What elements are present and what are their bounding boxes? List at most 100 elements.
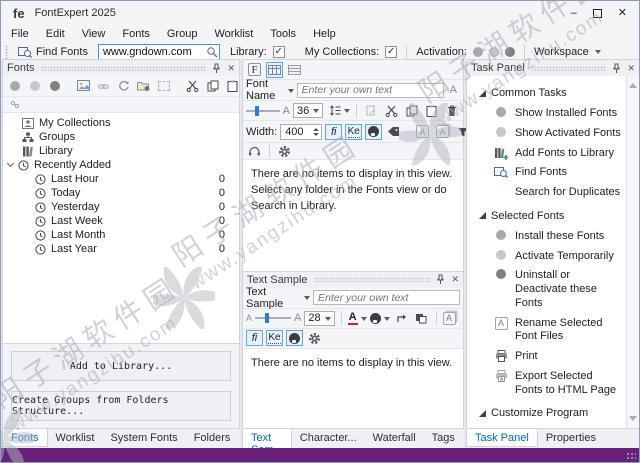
tree-item-last-hour[interactable]: Last Hour 0 bbox=[3, 172, 239, 186]
kerning-toggle[interactable]: Ke bbox=[345, 123, 363, 140]
tree-item-last-week[interactable]: Last Week 0 bbox=[3, 214, 239, 228]
menu-fonts[interactable]: Fonts bbox=[122, 28, 150, 40]
section-common-tasks[interactable]: Common Tasks bbox=[479, 87, 623, 99]
cut-icon[interactable] bbox=[184, 78, 201, 94]
pin-icon[interactable] bbox=[612, 63, 621, 74]
pin-icon[interactable] bbox=[212, 63, 221, 74]
paste-icon[interactable] bbox=[224, 78, 241, 94]
search-input[interactable] bbox=[97, 43, 220, 60]
tree-item-last-month[interactable]: Last Month 0 bbox=[3, 228, 239, 242]
tags-icon[interactable] bbox=[385, 124, 402, 140]
font-color-icon[interactable]: A bbox=[347, 311, 358, 326]
delete-icon[interactable] bbox=[443, 103, 460, 119]
task-install-these-fonts[interactable]: Install these Fonts bbox=[477, 227, 623, 247]
menu-group[interactable]: Group bbox=[167, 28, 198, 40]
link-icon[interactable] bbox=[95, 78, 112, 94]
font-face-view-button[interactable]: F bbox=[246, 62, 263, 78]
size-slider[interactable] bbox=[246, 105, 280, 117]
font-color-caret-icon[interactable] bbox=[360, 316, 367, 324]
section-customize-program[interactable]: Customize Program bbox=[479, 407, 623, 419]
toolbar-grip[interactable] bbox=[5, 44, 8, 59]
folder-options-icon[interactable] bbox=[135, 78, 152, 94]
panel-drag-texture[interactable] bbox=[530, 65, 607, 71]
scroll-down-icon[interactable] bbox=[629, 416, 637, 425]
auto-size-letter[interactable]: A bbox=[450, 84, 457, 96]
font-properties-icon[interactable]: A bbox=[414, 124, 431, 140]
width-spinner[interactable]: 400 bbox=[280, 123, 323, 140]
color-toggle[interactable] bbox=[365, 123, 383, 140]
add-to-library-button[interactable]: Add to Library... bbox=[11, 351, 231, 381]
menu-tools[interactable]: Tools bbox=[270, 28, 296, 40]
copy-icon[interactable] bbox=[403, 103, 420, 119]
tab-task-panel[interactable]: Task Panel bbox=[466, 429, 538, 447]
minimize-button[interactable]: – bbox=[571, 8, 577, 19]
background-color-caret-icon[interactable] bbox=[383, 316, 390, 324]
color-toggle[interactable] bbox=[286, 330, 303, 347]
task-program-options[interactable]: Program Options bbox=[477, 424, 623, 428]
text-sample-caret-icon[interactable] bbox=[304, 296, 310, 303]
task-scrollbar[interactable] bbox=[626, 76, 639, 428]
create-groups-button[interactable]: Create Groups from Folders Structure... bbox=[11, 391, 231, 421]
line-spacing-icon[interactable] bbox=[326, 103, 343, 119]
resize-grip[interactable] bbox=[626, 452, 636, 461]
tab-waterfall[interactable]: Waterfall bbox=[365, 429, 424, 446]
rotate-icon[interactable] bbox=[393, 310, 410, 326]
smoothing-icon[interactable] bbox=[246, 143, 263, 159]
spinner-arrows-icon[interactable] bbox=[313, 125, 320, 139]
close-button[interactable]: ✕ bbox=[618, 8, 627, 19]
image-icon[interactable] bbox=[75, 78, 92, 94]
scroll-up-icon[interactable] bbox=[629, 79, 637, 88]
panel-drag-texture[interactable] bbox=[40, 65, 207, 71]
ligatures-toggle[interactable]: fi bbox=[325, 123, 343, 140]
library-checkbox[interactable]: ✓ bbox=[272, 45, 285, 58]
tab-system-fonts[interactable]: System Fonts bbox=[102, 429, 185, 446]
tree-item-last-year[interactable]: Last Year 0 bbox=[3, 242, 239, 256]
duplicate-properties-icon[interactable]: A bbox=[442, 311, 456, 325]
copy-names-icon[interactable] bbox=[363, 103, 380, 119]
line-spacing-caret-icon[interactable] bbox=[344, 109, 351, 116]
list-view-button[interactable] bbox=[266, 61, 283, 78]
refresh-icon[interactable] bbox=[115, 78, 132, 94]
ligatures-toggle[interactable]: fi bbox=[246, 330, 263, 347]
maximize-button[interactable] bbox=[592, 8, 602, 18]
preview-text-input[interactable] bbox=[296, 82, 444, 98]
gear-icon[interactable] bbox=[306, 330, 323, 346]
task-add-fonts-to-library[interactable]: Add Fonts to Library bbox=[477, 144, 623, 164]
cut-icon[interactable] bbox=[383, 103, 400, 119]
font-name-caret-icon[interactable] bbox=[287, 88, 294, 96]
task-print[interactable]: Print bbox=[477, 347, 623, 367]
kerning-toggle[interactable]: Ke bbox=[266, 330, 283, 347]
tab-properties[interactable]: Properties bbox=[538, 429, 604, 446]
tab-folders[interactable]: Folders bbox=[186, 429, 239, 446]
activation-deactivate-dot[interactable] bbox=[504, 46, 515, 57]
menu-edit[interactable]: Edit bbox=[46, 28, 65, 40]
tab-tags[interactable]: Tags bbox=[424, 429, 463, 446]
tree-item-yesterday[interactable]: Yesterday 0 bbox=[3, 200, 239, 214]
tab-characters[interactable]: Character... bbox=[292, 429, 365, 446]
panel-close-icon[interactable]: ✕ bbox=[227, 63, 235, 74]
menu-help[interactable]: Help bbox=[313, 28, 336, 40]
panel-close-icon[interactable]: ✕ bbox=[627, 63, 635, 74]
expander-chevron-icon[interactable] bbox=[6, 159, 15, 168]
task-export-to-html[interactable]: A Export Selected Fonts to HTML Page bbox=[477, 367, 623, 401]
menu-worklist[interactable]: Worklist bbox=[214, 28, 253, 40]
workspace-menu[interactable]: Workspace bbox=[534, 46, 589, 58]
tree-item-library[interactable]: Library bbox=[3, 144, 239, 158]
sample-size-slider[interactable] bbox=[255, 312, 292, 324]
menu-view[interactable]: View bbox=[82, 28, 106, 40]
find-fonts-button[interactable]: Find Fonts bbox=[14, 45, 92, 59]
gear-icon[interactable] bbox=[276, 143, 293, 159]
tab-worklist[interactable]: Worklist bbox=[48, 429, 103, 446]
activate-state-icon[interactable] bbox=[26, 78, 43, 94]
panel-close-icon[interactable]: ✕ bbox=[451, 274, 459, 285]
section-selected-fonts[interactable]: Selected Fonts bbox=[479, 210, 623, 222]
tree-item-my-collections[interactable]: My Collections bbox=[3, 116, 239, 130]
panel-drag-texture[interactable] bbox=[313, 277, 431, 283]
size-combobox[interactable]: 36 bbox=[292, 103, 324, 118]
details-view-button[interactable] bbox=[286, 62, 303, 78]
task-uninstall-or-deactivate[interactable]: Uninstall or Deactivate these Fonts bbox=[477, 266, 623, 313]
task-find-fonts[interactable]: Find Fonts bbox=[477, 163, 623, 183]
selection-icon[interactable] bbox=[155, 78, 172, 94]
collections-checkbox[interactable]: ✓ bbox=[385, 45, 398, 58]
tree-item-recently-added[interactable]: Recently Added bbox=[3, 158, 239, 172]
